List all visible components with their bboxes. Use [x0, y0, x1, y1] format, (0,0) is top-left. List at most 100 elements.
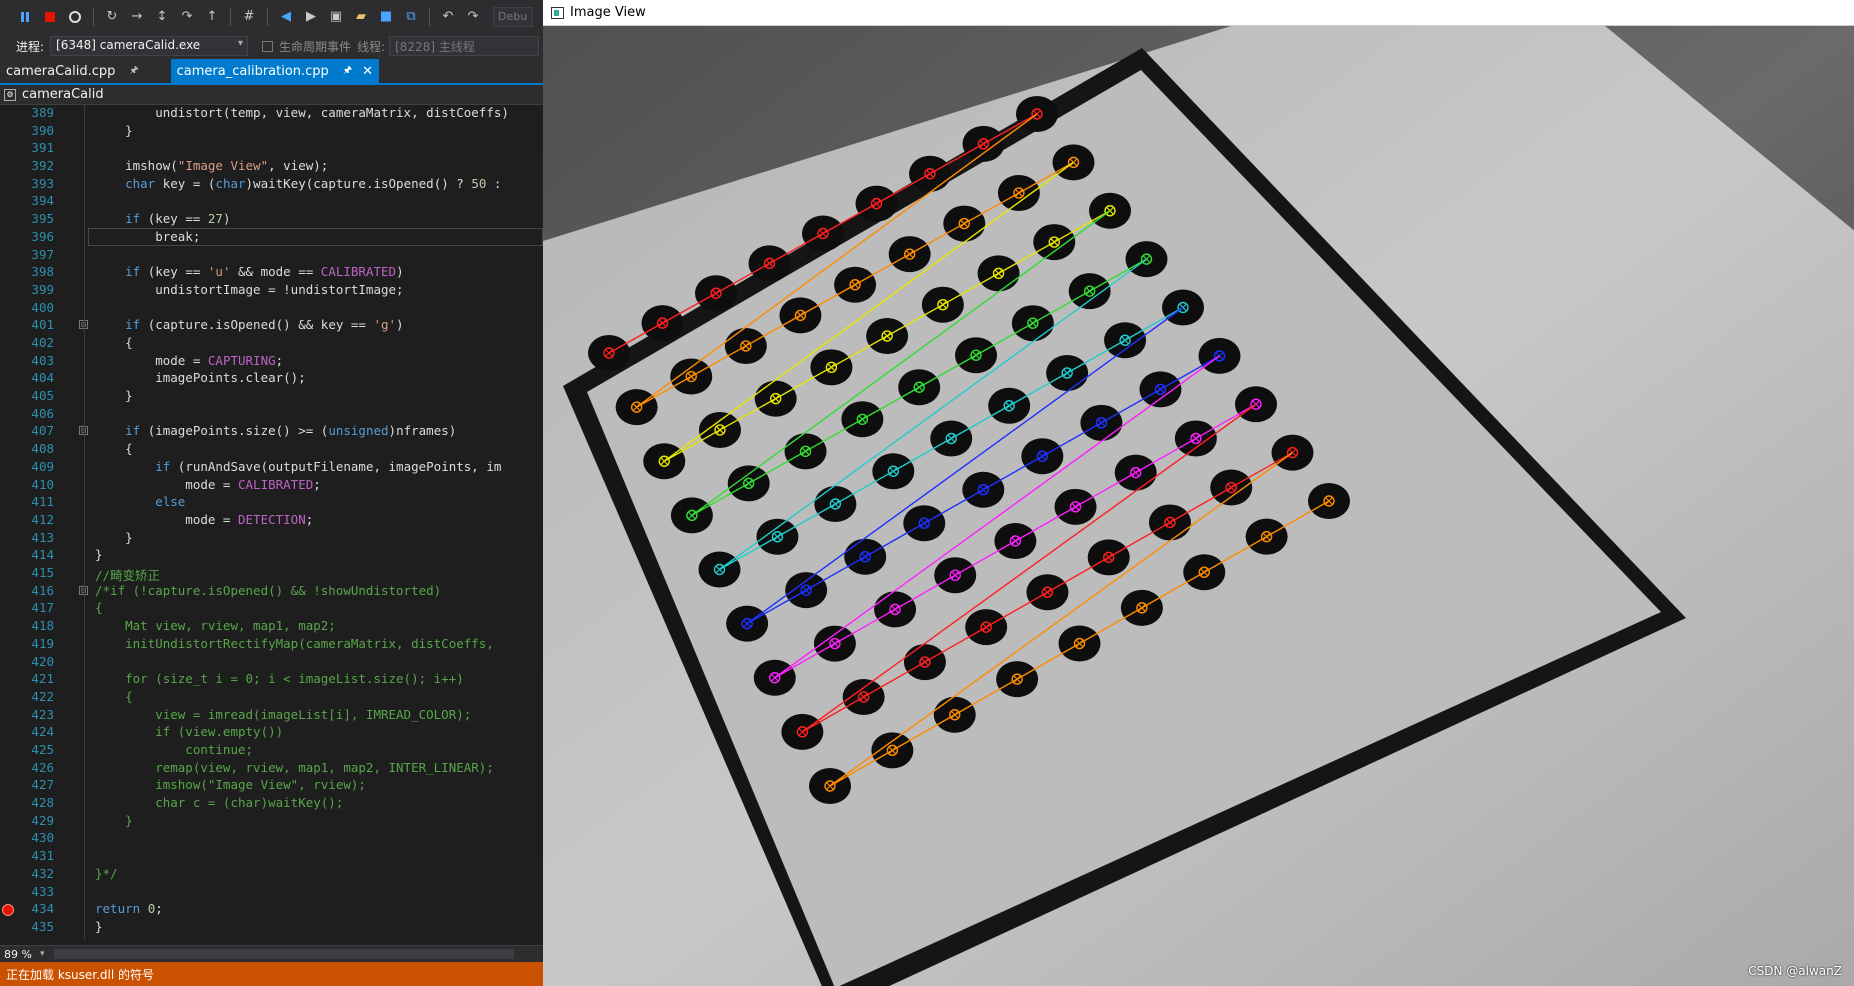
code-line[interactable]: 421 for (size_t i = 0; i < imageList.siz…: [0, 671, 543, 689]
code-line[interactable]: 429 }: [0, 813, 543, 831]
line-number: 402: [31, 335, 54, 351]
step-into-icon[interactable]: →: [126, 6, 148, 28]
save-all-icon[interactable]: ⧉: [400, 6, 422, 28]
code-line[interactable]: 423 view = imread(imageList[i], IMREAD_C…: [0, 707, 543, 725]
restart-icon[interactable]: [64, 6, 86, 28]
show-next-statement-icon[interactable]: ↻: [101, 6, 123, 28]
navigation-bar[interactable]: ⚙ cameraCalid: [0, 85, 543, 105]
code-line[interactable]: 408 {: [0, 441, 543, 459]
undo-icon[interactable]: ↶: [437, 6, 459, 28]
code-text: }: [95, 918, 103, 934]
code-line[interactable]: 391: [0, 140, 543, 158]
tab-cameracalid-cpp[interactable]: cameraCalid.cpp 🖈: [0, 59, 145, 83]
chevron-down-icon[interactable]: ▾: [40, 949, 45, 959]
code-text: Mat view, rview, map1, map2;: [95, 618, 336, 634]
code-line[interactable]: 400: [0, 300, 543, 318]
line-number: 397: [31, 246, 54, 262]
code-line[interactable]: 403 mode = CAPTURING;: [0, 353, 543, 371]
code-line[interactable]: 406: [0, 406, 543, 424]
code-line[interactable]: 434 return 0;: [0, 901, 543, 919]
code-line[interactable]: 397: [0, 247, 543, 265]
code-line[interactable]: 393 char key = (char)waitKey(capture.isO…: [0, 176, 543, 194]
code-line[interactable]: 398 if (key == 'u' && mode == CALIBRATED…: [0, 264, 543, 282]
toolbar-separator: [230, 7, 231, 26]
step-over-icon[interactable]: ↕: [151, 6, 173, 28]
process-value: [6348] cameraCalid.exe: [56, 38, 201, 52]
stop-icon[interactable]: [39, 6, 61, 28]
pin-icon[interactable]: 🖈: [343, 63, 352, 80]
code-line[interactable]: 425 continue;: [0, 742, 543, 760]
zoom-level[interactable]: 89 %: [4, 948, 32, 961]
line-number: 424: [31, 724, 54, 740]
code-line[interactable]: 389 undistort(temp, view, cameraMatrix, …: [0, 105, 543, 123]
code-text: continue;: [95, 741, 254, 757]
lifecycle-checkbox[interactable]: [262, 40, 274, 52]
code-line[interactable]: 395 if (key == 27): [0, 211, 543, 229]
line-number: 435: [31, 918, 54, 934]
code-line[interactable]: 392 imshow("Image View", view);: [0, 158, 543, 176]
pin-icon[interactable]: 🖈: [129, 63, 138, 80]
pause-icon[interactable]: [14, 6, 36, 28]
code-line[interactable]: 409 if (runAndSave(outputFilename, image…: [0, 459, 543, 477]
code-line[interactable]: 407⊟ if (imagePoints.size() >= (unsigned…: [0, 423, 543, 441]
code-line[interactable]: 432}*/: [0, 866, 543, 884]
thread-dropdown[interactable]: [8228] 主线程: [389, 36, 540, 56]
chevron-down-icon: ▾: [238, 38, 244, 49]
step-back-icon[interactable]: ↑: [201, 6, 223, 28]
new-project-icon[interactable]: ▣: [325, 6, 347, 28]
code-line[interactable]: 426 remap(view, rview, map1, map2, INTER…: [0, 760, 543, 778]
code-line[interactable]: 394: [0, 193, 543, 211]
code-line[interactable]: 405 }: [0, 388, 543, 406]
code-line[interactable]: 417 {: [0, 600, 543, 618]
code-line[interactable]: 420: [0, 654, 543, 672]
tab-camera-calibration-cpp[interactable]: camera_calibration.cpp 🖈 ✕: [170, 59, 379, 83]
code-editor[interactable]: 389 undistort(temp, view, cameraMatrix, …: [0, 105, 543, 945]
toolbar-separator: [267, 7, 268, 26]
code-line[interactable]: 422 {: [0, 689, 543, 707]
code-line[interactable]: 413 }: [0, 530, 543, 548]
tab-label: cameraCalid.cpp: [6, 63, 116, 79]
code-text: mode = CALIBRATED;: [95, 476, 321, 492]
navigate-forward-icon[interactable]: ▶: [300, 6, 322, 28]
code-line[interactable]: 399 undistortImage = !undistortImage;: [0, 282, 543, 300]
code-text: if (runAndSave(outputFilename, imagePoin…: [155, 458, 502, 474]
line-number: 393: [31, 175, 54, 191]
code-line[interactable]: 402 {: [0, 335, 543, 353]
code-line[interactable]: 412 mode = DETECTION;: [0, 512, 543, 530]
hex-icon[interactable]: #: [238, 6, 260, 28]
code-line[interactable]: 404 imagePoints.clear();: [0, 370, 543, 388]
code-line[interactable]: 418 Mat view, rview, map1, map2;: [0, 618, 543, 636]
code-line[interactable]: 414}: [0, 547, 543, 565]
code-line[interactable]: 416⊟/*if (!capture.isOpened() && !showUn…: [0, 583, 543, 601]
code-line[interactable]: 396 break;: [0, 227, 543, 247]
line-number: 404: [31, 370, 54, 386]
horizontal-scrollbar[interactable]: [54, 949, 515, 959]
line-number: 396: [31, 228, 54, 244]
code-line[interactable]: 411 else: [0, 494, 543, 512]
code-line[interactable]: 431: [0, 848, 543, 866]
solution-config-dropdown[interactable]: Debu: [493, 6, 533, 27]
line-number: 433: [31, 883, 54, 899]
redo-icon[interactable]: ↷: [462, 6, 484, 28]
code-line[interactable]: 401⊟ if (capture.isOpened() && key == 'g…: [0, 317, 543, 335]
code-line[interactable]: 430: [0, 830, 543, 848]
close-icon[interactable]: ✕: [362, 64, 373, 79]
code-line[interactable]: 428 char c = (char)waitKey();: [0, 795, 543, 813]
window-titlebar[interactable]: Image View: [543, 0, 1854, 26]
process-dropdown[interactable]: [6348] cameraCalid.exe ▾: [50, 36, 249, 56]
thread-label: 线程:: [357, 39, 386, 54]
code-line[interactable]: 424 if (view.empty()): [0, 724, 543, 742]
code-line[interactable]: 435}: [0, 919, 543, 937]
code-line[interactable]: 415 //畸变矫正: [0, 565, 543, 583]
status-bar: 正在加载 ksuser.dll 的符号: [0, 962, 543, 986]
code-line[interactable]: 390 }: [0, 123, 543, 141]
code-line[interactable]: 427 imshow("Image View", rview);: [0, 777, 543, 795]
step-out-icon[interactable]: ↷: [176, 6, 198, 28]
code-line[interactable]: 410 mode = CALIBRATED;: [0, 477, 543, 495]
code-line[interactable]: 433: [0, 884, 543, 902]
navigate-back-icon[interactable]: ◀: [275, 6, 297, 28]
open-file-icon[interactable]: ▰: [350, 6, 372, 28]
save-icon[interactable]: ■: [375, 6, 397, 28]
code-line[interactable]: 419 initUndistortRectifyMap(cameraMatrix…: [0, 636, 543, 654]
line-number: 423: [31, 706, 54, 722]
